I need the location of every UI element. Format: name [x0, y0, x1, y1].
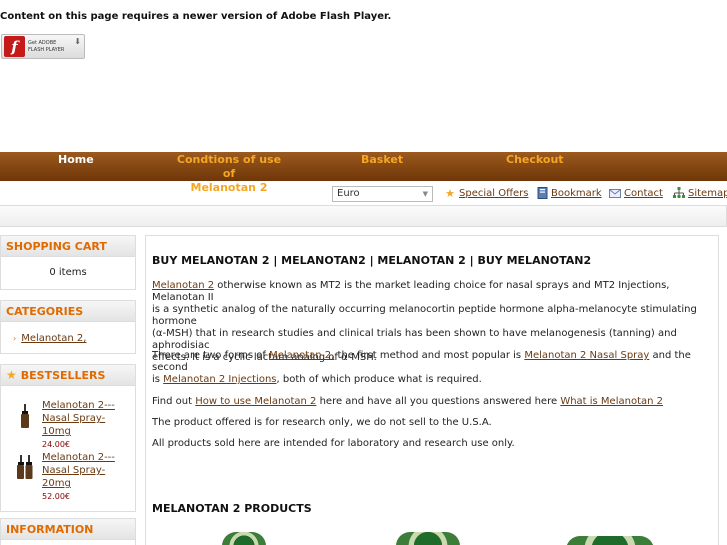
special-offers-label[interactable]: Special Offers — [459, 188, 528, 199]
page-title: BUY MELANOTAN 2 | MELANOTAN2 | MELANOTAN… — [152, 254, 592, 267]
laboratory-notice: All products sold here are intended for … — [152, 438, 515, 449]
products-heading: MELANOTAN 2 PRODUCTS — [152, 502, 312, 515]
currency-select[interactable]: Euro ▼ — [332, 186, 433, 202]
bestsellers-title: BESTSELLERS — [20, 368, 106, 382]
bestseller-20mg-line1: Melanotan 2--- — [42, 452, 115, 463]
nav-checkout[interactable]: Checkout — [506, 153, 564, 167]
star-icon: ★ — [6, 367, 17, 382]
download-arrow-icon: ⬇ — [74, 37, 81, 46]
contact-link[interactable]: Contact — [609, 187, 663, 199]
howto-text-b: here and have all you questions answered… — [316, 396, 561, 407]
star-icon: ★ — [445, 186, 455, 200]
special-offers-link[interactable]: ★ Special Offers — [444, 186, 528, 200]
bestsellers-box: ★ BESTSELLERS Melanotan 2--- Nasal Spray… — [0, 364, 136, 512]
intro-line1: otherwise known as MT2 is the market lea… — [152, 280, 670, 303]
main-navbar: Home Condtions of use of Melanotan 2 Bas… — [0, 152, 727, 194]
flash-badge-line2: FLASH PLAYER — [28, 46, 65, 53]
bookmark-icon — [536, 187, 548, 199]
nav-basket[interactable]: Basket — [361, 153, 403, 167]
search-bar-strip — [0, 205, 727, 227]
nav-conditions-line1: Condtions of use of — [176, 153, 282, 180]
bestseller-link-10mg[interactable]: Melanotan 2--- Nasal Spray- 10mg — [42, 399, 132, 438]
bestseller-10mg-line2: Nasal Spray- — [42, 413, 106, 424]
sitemap-link[interactable]: Sitemap — [673, 187, 727, 199]
bestseller-20mg-line2: Nasal Spray- — [42, 465, 106, 476]
flash-logo-icon: f — [4, 36, 25, 57]
howto-paragraph: Find out How to use Melanotan 2 here and… — [152, 396, 722, 408]
cart-item-count: 0 items — [49, 267, 87, 278]
utility-bar: Euro ▼ ★ Special Offers Bookmark Contact… — [0, 181, 727, 205]
shopping-cart-title: SHOPPING CART — [1, 236, 135, 257]
sitemap-label[interactable]: Sitemap — [688, 188, 727, 199]
bestseller-price-10mg: 24.00€ — [42, 440, 70, 449]
nasal-spray-pair-icon — [17, 455, 33, 479]
howto-text-a: Find out — [152, 396, 196, 407]
main-content: BUY MELANOTAN 2 | MELANOTAN2 | MELANOTAN… — [145, 235, 719, 545]
what-is-link[interactable]: What is Melanotan 2 — [560, 396, 663, 407]
bestsellers-title-row: ★ BESTSELLERS — [1, 365, 135, 386]
forms-text-b: the first method and most popular is — [334, 350, 525, 361]
nasal-spray-icon — [21, 404, 29, 428]
flash-required-message: Content on this page requires a newer ve… — [0, 11, 392, 22]
nasal-spray-link[interactable]: Melanotan 2 Nasal Spray — [524, 350, 649, 361]
intro-line2: is a synthetic analog of the naturally o… — [152, 304, 697, 327]
envelope-icon — [609, 187, 621, 199]
bestseller-link-20mg[interactable]: Melanotan 2--- Nasal Spray- 20mg — [42, 451, 132, 490]
bestseller-20mg-line3: 20mg — [42, 478, 71, 489]
product-image[interactable] — [566, 536, 654, 545]
currency-value: Euro — [337, 188, 360, 199]
chevron-down-icon: ▼ — [422, 190, 428, 198]
information-box: INFORMATION — [0, 518, 136, 545]
research-notice: The product offered is for research only… — [152, 417, 492, 428]
melanotan2-link[interactable]: Melanotan 2 — [152, 280, 214, 291]
sitemap-icon — [673, 187, 685, 199]
forms-text-a: There are two forms of — [152, 350, 270, 361]
categories-title: CATEGORIES — [1, 301, 135, 322]
product-image[interactable] — [222, 532, 266, 545]
chevron-right-icon: › — [13, 334, 17, 343]
categories-box: CATEGORIES › Melanotan 2, — [0, 300, 136, 354]
get-flash-player-button[interactable]: f Get ADOBE FLASH PLAYER ⬇ — [1, 34, 85, 59]
information-title: INFORMATION — [1, 519, 135, 540]
flash-badge-line1: Get ADOBE — [28, 39, 57, 46]
product-image[interactable] — [396, 532, 460, 545]
melanotan2-forms-link[interactable]: Melanotan 2, — [269, 350, 334, 361]
nav-home[interactable]: Home — [58, 153, 94, 167]
bookmark-label[interactable]: Bookmark — [551, 188, 602, 199]
forms-text-e: , both of which produce what is required… — [276, 374, 482, 385]
shopping-cart-box: SHOPPING CART 0 items — [0, 235, 136, 290]
bestseller-10mg-line3: 10mg — [42, 426, 71, 437]
bestseller-10mg-line1: Melanotan 2--- — [42, 400, 115, 411]
category-item[interactable]: › Melanotan 2, — [13, 333, 86, 344]
category-link-melanotan2[interactable]: Melanotan 2, — [21, 333, 86, 344]
forms-paragraph: There are two forms of Melanotan 2, the … — [152, 350, 722, 386]
injections-link[interactable]: Melanotan 2 Injections — [163, 374, 276, 385]
how-to-use-link[interactable]: How to use Melanotan 2 — [195, 396, 316, 407]
bestseller-price-20mg: 52.00€ — [42, 492, 70, 501]
forms-text-d: is — [152, 374, 164, 385]
bookmark-link[interactable]: Bookmark — [536, 187, 602, 199]
intro-line3: (α-MSH) that in research studies and cli… — [152, 328, 677, 351]
contact-label[interactable]: Contact — [624, 188, 663, 199]
